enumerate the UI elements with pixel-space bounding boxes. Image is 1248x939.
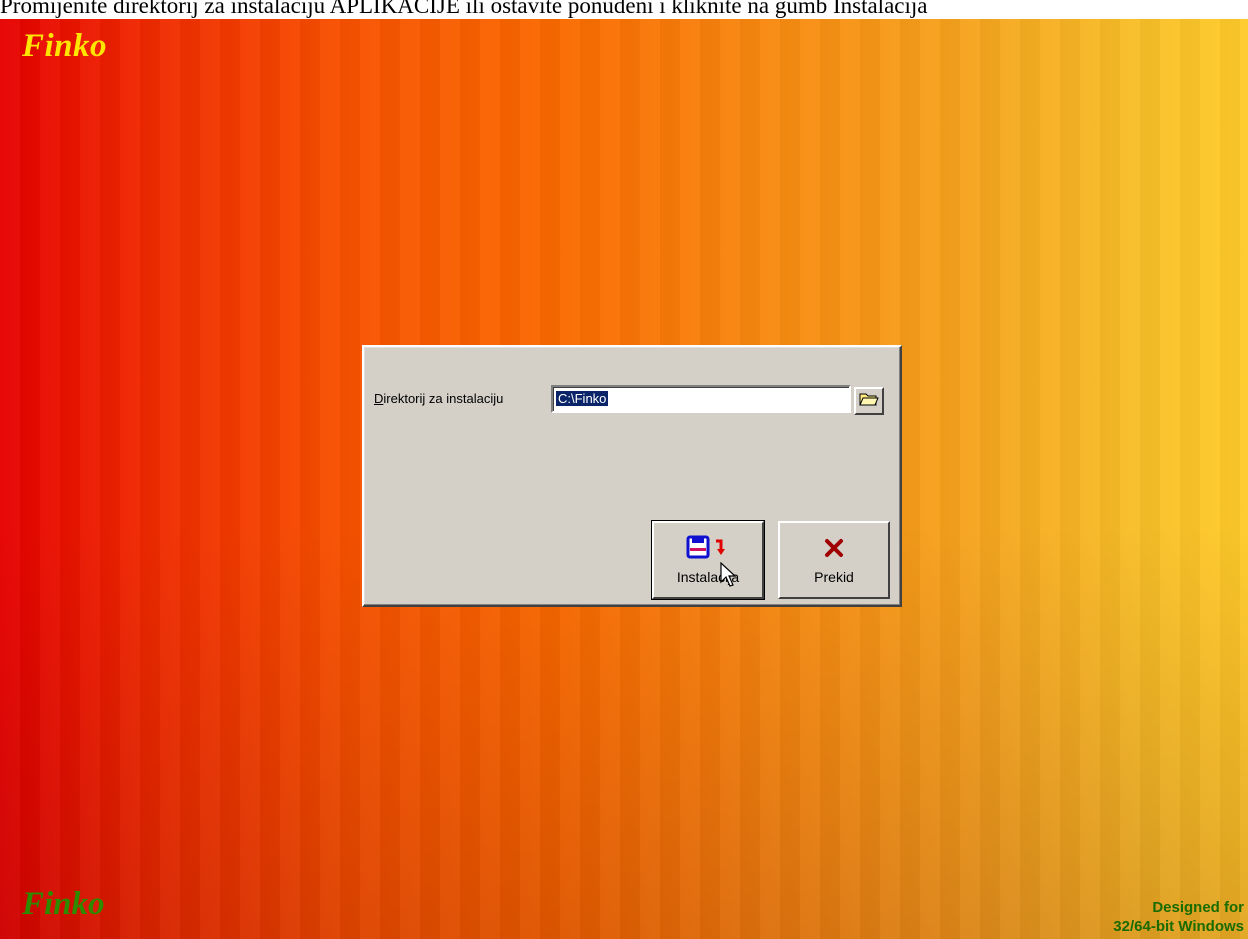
floppy-install-icon (654, 535, 762, 561)
directory-input[interactable]: C:\Finko (551, 385, 851, 413)
finko-logo-bottom: Finko (22, 886, 105, 922)
designed-for-line1: Designed for (1152, 899, 1244, 916)
install-button[interactable]: Instalacija (651, 520, 765, 600)
window-caption: Promijenite direktorij za instalaciju AP… (0, 0, 1248, 19)
install-dialog: Direktorij za instalaciju C:\Finko Insta… (362, 345, 902, 607)
red-x-icon (780, 535, 888, 561)
designed-for-badge: Designed for 32/64-bit Windows (1113, 898, 1244, 936)
directory-label: Direktorij za instalaciju (374, 391, 503, 406)
directory-input-value: C:\Finko (554, 390, 610, 407)
finko-logo-top: Finko (22, 28, 108, 64)
cancel-button-label: Prekid (814, 569, 854, 585)
cancel-button[interactable]: Prekid (778, 521, 890, 599)
directory-label-text: irektorij za instalaciju (383, 391, 504, 406)
directory-label-accel: D (374, 391, 384, 406)
mouse-cursor-icon (720, 561, 737, 593)
install-button-label: Instalacija (676, 569, 740, 585)
browse-folder-button[interactable] (854, 387, 884, 415)
folder-open-icon (859, 391, 879, 412)
designed-for-line2: 32/64-bit Windows (1113, 918, 1244, 935)
